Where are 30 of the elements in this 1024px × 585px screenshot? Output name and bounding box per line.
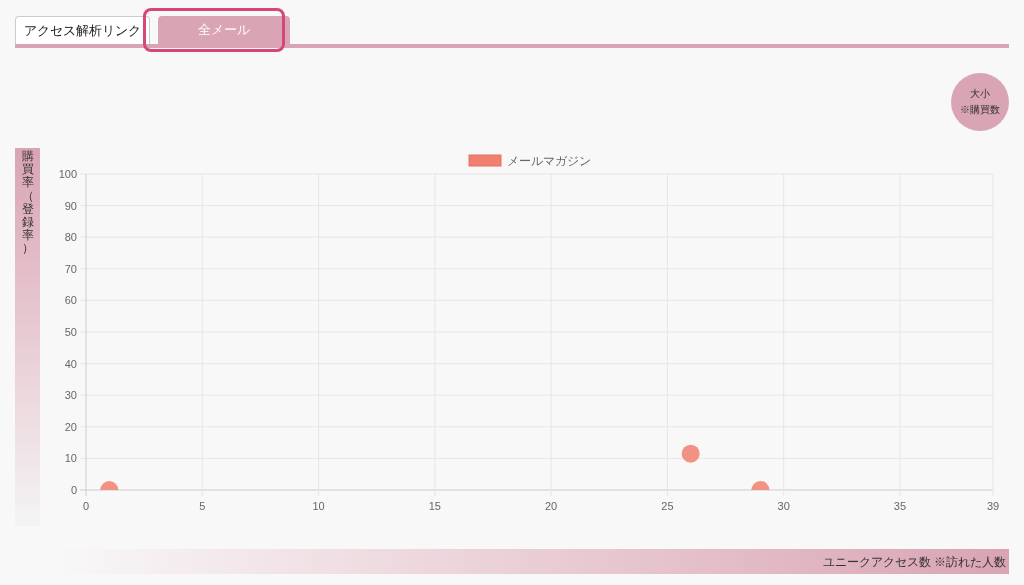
x-tick-label: 20 (545, 500, 558, 512)
x-tick-label: 0 (82, 500, 90, 512)
x-tick-label: 10 (312, 500, 325, 512)
y-tick-label: 60 (64, 294, 77, 307)
data-point (100, 481, 119, 490)
y-tick-label: 0 (70, 484, 77, 496)
x-tick-label: 15 (428, 500, 441, 512)
y-tick-label: 40 (64, 357, 77, 370)
badge-text: ※購買数 (960, 103, 1000, 117)
y-tick-label: 50 (64, 326, 77, 338)
x-tick-label: 30 (777, 500, 790, 512)
y-tick-label: 20 (64, 420, 77, 433)
x-tick-label: 5 (199, 500, 206, 512)
y-tick-label: 90 (64, 199, 77, 212)
x-axis-label: ユニークアクセス数 ※訪れた人数 (822, 553, 1006, 571)
y-tick-label: 30 (64, 389, 77, 402)
badge-text: 大小 (970, 87, 990, 101)
y-tick-label: 100 (58, 168, 77, 180)
legend-swatch[interactable] (468, 154, 502, 167)
data-point (751, 481, 770, 490)
y-axis-label: 購買率（登録率） (21, 150, 34, 258)
x-tick-label: 35 (893, 500, 907, 512)
legend-label[interactable]: メールマガジン (507, 154, 591, 168)
tab[interactable]: アクセス解析リンク (15, 16, 150, 44)
x-tick-label: 25 (661, 500, 674, 512)
y-tick-label: 10 (64, 452, 77, 465)
data-point (681, 444, 700, 463)
x-tick-label: 39 (986, 500, 1000, 512)
y-tick-label: 70 (64, 262, 77, 275)
y-tick-label: 80 (64, 231, 77, 244)
